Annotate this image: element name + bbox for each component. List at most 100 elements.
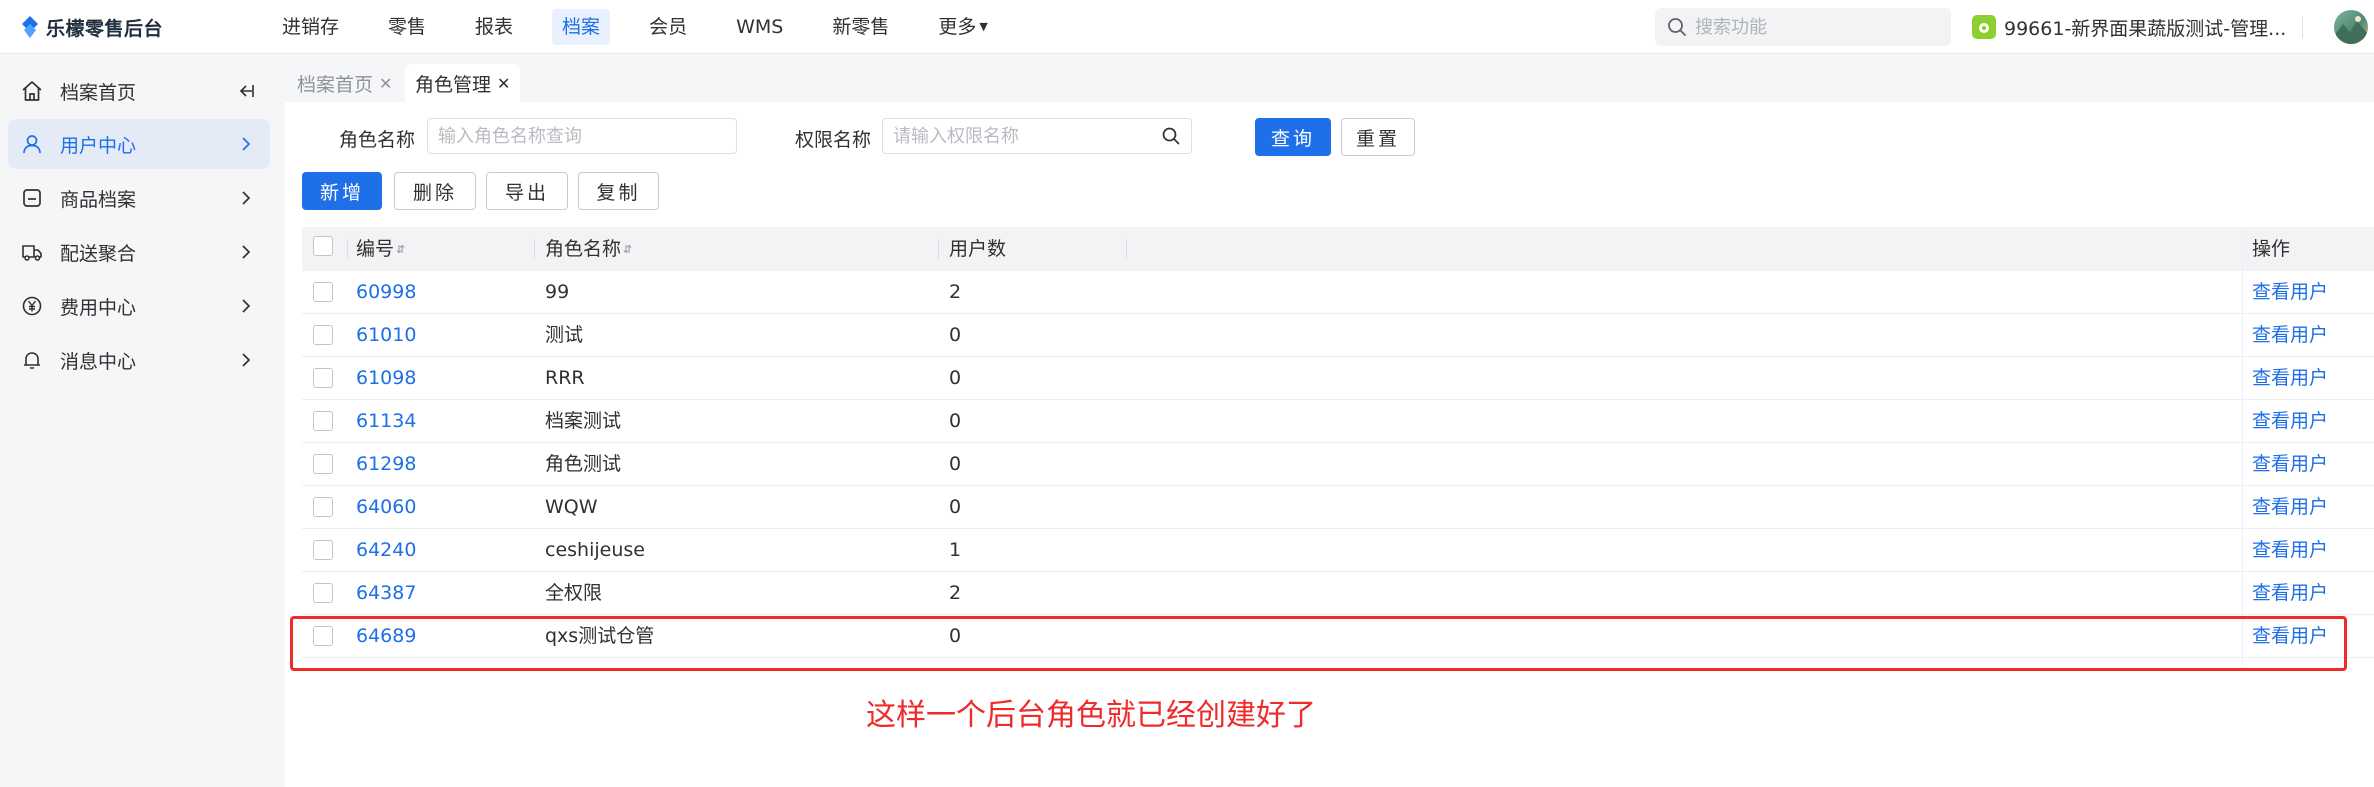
- sidebar-item-expense[interactable]: 费用中心: [8, 281, 270, 331]
- role-name-cell: ceshijeuse: [545, 539, 645, 561]
- close-icon[interactable]: ✕: [497, 74, 510, 93]
- table-row: 64240 ceshijeuse 1 查看用户: [302, 529, 2374, 572]
- tab-archive-home[interactable]: 档案首页 ✕: [287, 64, 402, 102]
- table-row: 61298 角色测试 0 查看用户: [302, 443, 2374, 486]
- reset-button[interactable]: 重置: [1341, 118, 1415, 156]
- role-id-link[interactable]: 61098: [356, 357, 416, 400]
- select-all-checkbox[interactable]: [313, 236, 333, 256]
- permission-name-input[interactable]: [882, 118, 1152, 154]
- permission-search-button[interactable]: [1150, 118, 1192, 154]
- sidebar-item-label: 用户中心: [60, 134, 137, 157]
- topnav-item-members[interactable]: 会员: [639, 9, 697, 45]
- feature-search-input[interactable]: [1695, 16, 1925, 38]
- row-checkbox[interactable]: [313, 497, 333, 517]
- topnav-item-new-retail[interactable]: 新零售: [822, 9, 899, 45]
- role-id-link[interactable]: 61134: [356, 400, 416, 443]
- sidebar-item-user-center[interactable]: 用户中心: [8, 119, 270, 169]
- role-id-link[interactable]: 64060: [356, 486, 416, 529]
- query-button[interactable]: 查询: [1255, 118, 1331, 156]
- header-label: 编号: [356, 238, 395, 260]
- role-id-link[interactable]: 64240: [356, 529, 416, 572]
- collapse-sidebar-icon[interactable]: [236, 81, 256, 101]
- topnav-item-inventory[interactable]: 进销存: [272, 9, 349, 45]
- role-id-link[interactable]: 60998: [356, 271, 416, 314]
- row-checkbox[interactable]: [313, 626, 333, 646]
- delete-button[interactable]: 删除: [394, 172, 476, 210]
- app-logo[interactable]: 乐檬零售后台: [20, 13, 163, 41]
- role-id-link[interactable]: 61010: [356, 314, 416, 357]
- view-users-link[interactable]: 查看用户: [2252, 529, 2328, 572]
- row-checkbox[interactable]: [313, 583, 333, 603]
- role-name-cell: RRR: [545, 367, 585, 389]
- table-row: 64060 WQW 0 查看用户: [302, 486, 2374, 529]
- view-users-link[interactable]: 查看用户: [2252, 271, 2328, 314]
- topnav-item-archive[interactable]: 档案: [552, 9, 611, 45]
- tab-bar: 档案首页 ✕ 角色管理 ✕: [285, 54, 2374, 102]
- row-checkbox[interactable]: [313, 282, 333, 302]
- role-id-link[interactable]: 64387: [356, 572, 416, 615]
- sidebar-item-product-archive[interactable]: 商品档案: [8, 173, 270, 223]
- tab-label: 档案首页: [297, 73, 374, 96]
- header-id[interactable]: 编号 ⇵: [356, 227, 405, 271]
- feature-search[interactable]: [1655, 8, 1951, 46]
- role-name-cell: qxs测试仓管: [545, 625, 655, 647]
- avatar-image: [2334, 16, 2368, 44]
- topnav-item-reports[interactable]: 报表: [465, 9, 523, 45]
- export-button[interactable]: 导出: [486, 172, 568, 210]
- role-name-input[interactable]: [427, 118, 737, 154]
- topnav-item-retail[interactable]: 零售: [378, 9, 436, 45]
- role-name-cell: 99: [545, 281, 570, 303]
- topnav-item-more[interactable]: 更多 ▼: [928, 9, 997, 45]
- user-count-cell: 2: [949, 582, 962, 604]
- view-users-link[interactable]: 查看用户: [2252, 572, 2328, 615]
- sort-icon[interactable]: ⇵: [396, 243, 405, 256]
- truck-icon: [20, 240, 44, 264]
- topnav-item-wms[interactable]: WMS: [726, 9, 793, 45]
- user-count-cell: 0: [949, 410, 962, 432]
- add-button[interactable]: 新增: [302, 172, 382, 210]
- view-users-link[interactable]: 查看用户: [2252, 357, 2328, 400]
- row-checkbox[interactable]: [313, 454, 333, 474]
- role-id-link[interactable]: 61298: [356, 443, 416, 486]
- topnav-label: WMS: [736, 16, 784, 38]
- row-checkbox[interactable]: [313, 325, 333, 345]
- table-header: 编号 ⇵ 角色名称 ⇵ 用户数 操作: [302, 227, 2374, 271]
- sidebar-item-delivery[interactable]: 配送聚合: [8, 227, 270, 277]
- role-id-link[interactable]: 64689: [356, 615, 416, 658]
- table-row: 64387 全权限 2 查看用户: [302, 572, 2374, 615]
- sidebar-item-label: 档案首页: [60, 81, 137, 104]
- row-checkbox[interactable]: [313, 540, 333, 560]
- tab-role-management[interactable]: 角色管理 ✕: [405, 64, 521, 102]
- logo-icon: [22, 16, 38, 38]
- user-avatar[interactable]: [2334, 10, 2368, 44]
- sidebar-item-messages[interactable]: 消息中心: [8, 335, 270, 385]
- close-icon[interactable]: ✕: [379, 74, 392, 93]
- view-users-link[interactable]: 查看用户: [2252, 615, 2328, 658]
- sort-icon[interactable]: ⇵: [623, 243, 632, 256]
- copy-button[interactable]: 复制: [578, 172, 659, 210]
- row-checkbox[interactable]: [313, 368, 333, 388]
- table-row: 61134 档案测试 0 查看用户: [302, 400, 2374, 443]
- view-users-link[interactable]: 查看用户: [2252, 400, 2328, 443]
- sidebar-item-label: 商品档案: [60, 188, 137, 211]
- store-selector[interactable]: 99661-新界面果蔬版测试-管理...: [1972, 13, 2286, 41]
- header-label: 角色名称: [545, 238, 622, 260]
- column-divider: [2242, 227, 2243, 665]
- topnav-label: 档案: [562, 16, 601, 38]
- topnav-label: 报表: [475, 16, 514, 38]
- divider: [2302, 16, 2303, 38]
- view-users-link[interactable]: 查看用户: [2252, 314, 2328, 357]
- row-checkbox[interactable]: [313, 411, 333, 431]
- top-bar: 乐檬零售后台 进销存 零售 报表 档案 会员 WMS 新零售 更多▼ 99661…: [0, 0, 2374, 54]
- column-divider: [347, 239, 348, 259]
- search-icon: [1668, 18, 1686, 36]
- sidebar-item-archive-home[interactable]: 档案首页: [8, 66, 270, 116]
- sidebar: 档案首页 用户中心 商品档案 配送聚合 费用中心 消息中心: [0, 54, 285, 787]
- view-users-link[interactable]: 查看用户: [2252, 486, 2328, 529]
- top-nav: 进销存 零售 报表 档案 会员 WMS 新零售 更多 ▼: [272, 0, 1027, 54]
- header-role-name[interactable]: 角色名称 ⇵: [545, 227, 632, 271]
- role-name-cell: 档案测试: [545, 410, 622, 432]
- view-users-link[interactable]: 查看用户: [2252, 443, 2328, 486]
- user-count-cell: 0: [949, 367, 962, 389]
- user-count-cell: 0: [949, 496, 962, 518]
